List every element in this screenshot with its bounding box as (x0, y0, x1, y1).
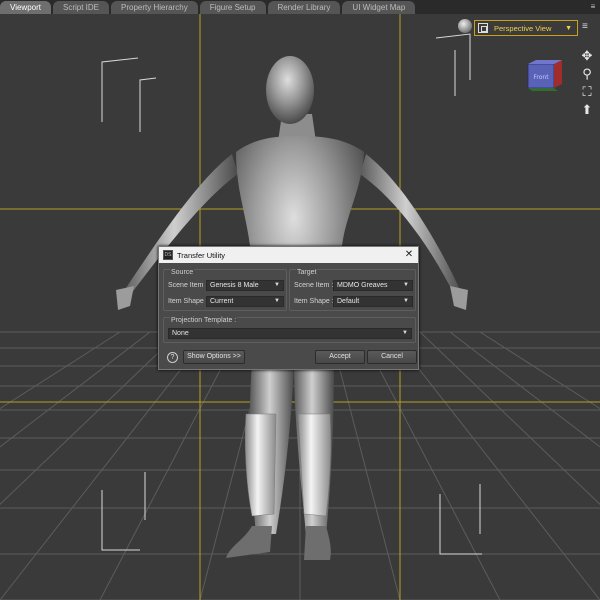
frame-icon[interactable]: ⛶ (578, 84, 596, 100)
lamp-icon[interactable] (458, 19, 472, 33)
source-item-shape-select[interactable]: Current ▼ (206, 296, 284, 307)
cancel-button[interactable]: Cancel (367, 350, 417, 364)
orbit-icon[interactable]: ⬆ (578, 102, 596, 118)
target-item-shape-label: Item Shape : (294, 298, 334, 305)
zoom-icon[interactable]: ⚲ (578, 66, 596, 82)
tab-bar: Viewport Script IDE Property Hierarchy F… (0, 0, 600, 14)
target-group: Target Scene Item : MDMO Greaves ▼ Item … (289, 269, 416, 311)
source-group-label: Source (170, 269, 195, 277)
dialog-title: Transfer Utility (177, 250, 226, 260)
viewport-menu-icon[interactable]: ≡ (582, 22, 588, 32)
tab-figure-setup[interactable]: Figure Setup (199, 1, 266, 14)
source-item-shape-label: Item Shape : (168, 298, 208, 305)
chevron-down-icon: ▼ (403, 298, 409, 304)
chevron-down-icon: ▼ (274, 282, 280, 288)
help-icon[interactable]: ? (167, 352, 178, 363)
target-scene-item-select[interactable]: MDMO Greaves ▼ (333, 280, 413, 291)
chevron-down-icon: ▼ (403, 282, 409, 288)
target-group-label: Target (296, 269, 318, 277)
source-group: Source Scene Item : Genesis 8 Male ▼ Ite… (163, 269, 287, 311)
tab-script-ide[interactable]: Script IDE (52, 1, 109, 14)
viewcube-icon[interactable]: Front (524, 58, 566, 94)
source-scene-item-select[interactable]: Genesis 8 Male ▼ (206, 280, 284, 291)
projection-template-label: Projection Template : (170, 317, 238, 325)
pan-icon[interactable]: ✥ (578, 48, 596, 64)
app-window: Viewport Script IDE Property Hierarchy F… (0, 0, 600, 600)
projection-template-select[interactable]: None ▼ (168, 328, 412, 339)
source-scene-item-label: Scene Item : (168, 282, 208, 289)
tab-viewport[interactable]: Viewport (0, 1, 51, 14)
perspective-view-dropdown[interactable]: Perspective View ▼ (474, 20, 578, 36)
greave-left (245, 413, 277, 517)
dialog-titlebar[interactable]: DS Transfer Utility ✕ (159, 247, 418, 263)
target-item-shape-select[interactable]: Default ▼ (333, 296, 413, 307)
target-scene-item-label: Scene Item : (294, 282, 334, 289)
transfer-utility-dialog: DS Transfer Utility ✕ Source Scene Item … (158, 246, 419, 370)
tab-property-hierarchy[interactable]: Property Hierarchy (111, 1, 198, 14)
viewport-3d[interactable]: Perspective View ▼ ≡ Front ✥ ⚲ ⛶ ⬆ DS Tr… (0, 14, 600, 600)
chevron-down-icon: ▼ (274, 298, 280, 304)
app-icon: DS (163, 250, 173, 260)
camera-frame-icon (478, 23, 488, 33)
tab-render-library[interactable]: Render Library (267, 1, 341, 14)
chevron-down-icon: ▼ (565, 24, 572, 32)
accept-button[interactable]: Accept (315, 350, 365, 364)
chevron-down-icon: ▼ (402, 330, 408, 336)
viewcube-label: Front (533, 74, 549, 81)
view-selector-label: Perspective View (494, 23, 552, 33)
close-icon[interactable]: ✕ (402, 248, 416, 262)
show-options-button[interactable]: Show Options >> (183, 350, 245, 364)
projection-template-group: Projection Template : None ▼ (163, 317, 416, 343)
panel-menu-icon[interactable]: ≡ (588, 1, 598, 12)
tab-ui-widget-map[interactable]: UI Widget Map (342, 1, 416, 14)
